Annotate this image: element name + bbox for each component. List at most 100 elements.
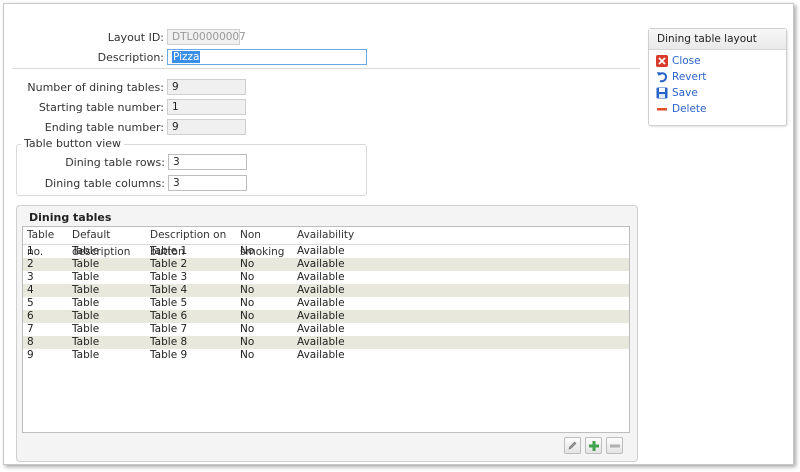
panel-title: Dining tables [29, 211, 112, 224]
edit-button[interactable] [564, 437, 581, 454]
delete-icon [656, 103, 668, 115]
cell-non-smoking: No [240, 284, 255, 296]
table-row[interactable]: 9 Table Table 9 No Available [23, 349, 629, 362]
table-row[interactable]: 8 Table Table 8 No Available [23, 336, 629, 349]
description-label: Description: [97, 51, 164, 64]
close-action[interactable]: Close [649, 53, 786, 69]
cell-non-smoking: No [240, 271, 255, 283]
end-number-field[interactable]: 9 [167, 119, 246, 135]
cell-button-desc: Table 7 [150, 323, 188, 335]
cell-table-no: 6 [27, 310, 34, 322]
cell-availability: Available [297, 284, 345, 296]
revert-label: Revert [672, 71, 707, 83]
edit-icon [568, 441, 577, 450]
column-header[interactable]: Non smoking [236, 227, 293, 258]
add-icon [588, 440, 599, 451]
column-header[interactable]: Default description [68, 227, 146, 258]
start-number-label: Starting table number: [38, 101, 164, 114]
delete-action[interactable]: Delete [649, 101, 786, 117]
cell-non-smoking: No [240, 336, 255, 348]
cell-non-smoking: No [240, 323, 255, 335]
cell-availability: Available [297, 245, 345, 257]
table-row[interactable]: 5 Table Table 5 No Available [23, 297, 629, 310]
cell-button-desc: Table 6 [150, 310, 188, 322]
cell-availability: Available [297, 336, 345, 348]
cell-default-desc: Table [72, 349, 100, 361]
table-row[interactable]: 3 Table Table 3 No Available [23, 271, 629, 284]
close-label: Close [672, 55, 701, 67]
revert-action[interactable]: Revert [649, 69, 786, 85]
cell-button-desc: Table 4 [150, 284, 188, 296]
cell-non-smoking: No [240, 297, 255, 309]
grid-header: Table no. Default description Descriptio… [23, 227, 629, 258]
table-row[interactable]: 6 Table Table 6 No Available [23, 310, 629, 323]
cell-table-no: 2 [27, 258, 34, 270]
table-row[interactable]: 2 Table Table 2 No Available [23, 258, 629, 271]
cell-non-smoking: No [240, 310, 255, 322]
cell-table-no: 7 [27, 323, 34, 335]
cell-non-smoking: No [240, 245, 255, 257]
num-tables-label: Number of dining tables: [27, 81, 164, 94]
column-header[interactable]: Description on button [146, 227, 236, 258]
cell-default-desc: Table [72, 323, 100, 335]
num-tables-field[interactable]: 9 [167, 79, 246, 95]
remove-button[interactable] [606, 437, 623, 454]
cell-non-smoking: No [240, 258, 255, 270]
cell-table-no: 1 [27, 245, 34, 257]
start-number-field[interactable]: 1 [167, 99, 246, 115]
save-action[interactable]: Save [649, 85, 786, 101]
remove-icon [609, 444, 620, 447]
cell-button-desc: Table 5 [150, 297, 188, 309]
end-number-label: Ending table number: [44, 121, 164, 134]
add-button[interactable] [585, 437, 602, 454]
cell-default-desc: Table [72, 258, 100, 270]
cell-table-no: 9 [27, 349, 34, 361]
description-value: Pizza [172, 51, 201, 63]
cell-button-desc: Table 3 [150, 271, 188, 283]
table-row[interactable]: 4 Table Table 4 No Available [23, 284, 629, 297]
form-divider [12, 68, 640, 69]
dining-table-layout-panel: Dining table layout Close Revert Save De… [648, 28, 787, 126]
save-label: Save [672, 87, 698, 99]
cell-table-no: 3 [27, 271, 34, 283]
column-header[interactable]: Availability [293, 227, 373, 244]
cell-non-smoking: No [240, 349, 255, 361]
cell-button-desc: Table 2 [150, 258, 188, 270]
rows-label: Dining table rows: [65, 156, 165, 169]
column-header[interactable]: Table no. [23, 227, 68, 258]
table-row[interactable]: 7 Table Table 7 No Available [23, 323, 629, 336]
cell-availability: Available [297, 310, 345, 322]
close-icon [656, 55, 668, 67]
cell-availability: Available [297, 258, 345, 270]
side-panel-title: Dining table layout [649, 29, 786, 50]
cell-button-desc: Table 8 [150, 336, 188, 348]
rows-input[interactable]: 3 [168, 154, 247, 170]
cell-default-desc: Table [72, 336, 100, 348]
cell-default-desc: Table [72, 310, 100, 322]
cell-default-desc: Table [72, 245, 100, 257]
cell-default-desc: Table [72, 297, 100, 309]
table-button-view-group: Table button view Dining table rows: 3 D… [16, 137, 367, 196]
cell-table-no: 4 [27, 284, 34, 296]
cell-table-no: 5 [27, 297, 34, 309]
cell-button-desc: Table 9 [150, 349, 188, 361]
dining-tables-panel: Dining tables Table no. Default descript… [16, 205, 638, 462]
columns-label: Dining table columns: [44, 177, 165, 190]
cell-availability: Available [297, 297, 345, 309]
revert-icon [656, 71, 668, 83]
layout-id-field: DTL00000007 [167, 29, 246, 45]
cell-availability: Available [297, 323, 345, 335]
dining-tables-grid[interactable]: Table no. Default description Descriptio… [22, 226, 630, 433]
columns-input[interactable]: 3 [168, 175, 247, 191]
cell-default-desc: Table [72, 271, 100, 283]
table-row[interactable]: 1 Table Table 1 No Available [23, 245, 629, 258]
cell-button-desc: Table 1 [150, 245, 188, 257]
save-icon [656, 87, 668, 99]
layout-id-label: Layout ID: [107, 31, 164, 44]
cell-default-desc: Table [72, 284, 100, 296]
cell-availability: Available [297, 349, 345, 361]
description-input[interactable]: Pizza [167, 49, 367, 65]
delete-label: Delete [672, 103, 707, 115]
group-title: Table button view [21, 137, 125, 150]
cell-availability: Available [297, 271, 345, 283]
